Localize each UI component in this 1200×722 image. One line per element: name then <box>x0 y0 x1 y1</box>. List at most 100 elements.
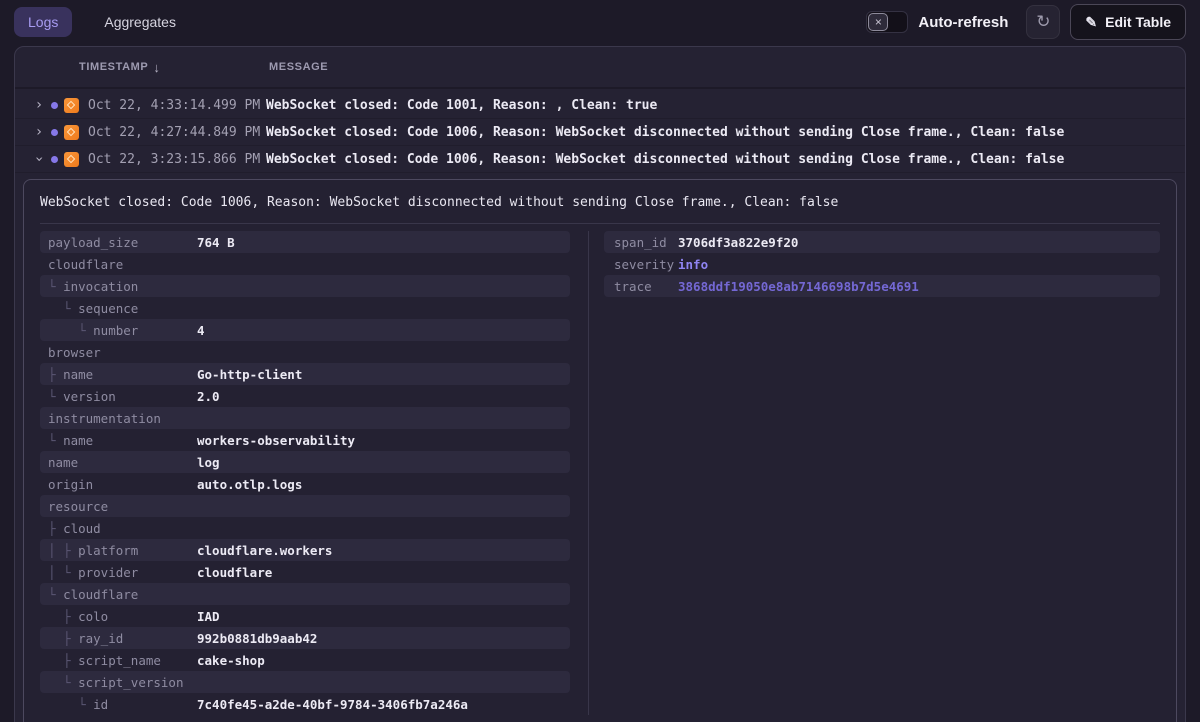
detail-row[interactable]: └ sequence <box>40 297 570 319</box>
detail-key: │ ├ platform <box>48 543 197 558</box>
detail-row[interactable]: origin auto.otlp.logs <box>40 473 570 495</box>
log-row[interactable]: › Oct 22, 4:27:44.849 PM WebSocket close… <box>15 119 1185 146</box>
tree-connector-icon: ├ <box>48 653 78 668</box>
edit-table-button[interactable]: ✎ Edit Table <box>1070 4 1186 40</box>
detail-row[interactable]: └ cloudflare <box>40 583 570 605</box>
cloudflare-worker-icon <box>64 152 79 167</box>
log-level-dot-icon <box>51 129 58 136</box>
detail-key: └ name <box>48 433 197 448</box>
detail-row[interactable]: ├ colo IAD <box>40 605 570 627</box>
detail-row[interactable]: ├ cloud <box>40 517 570 539</box>
detail-key: severity <box>612 257 678 272</box>
detail-row[interactable]: resource <box>40 495 570 517</box>
column-header-timestamp[interactable]: Timestamp ↓ <box>79 60 269 75</box>
detail-row[interactable]: └ invocation <box>40 275 570 297</box>
tree-connector-icon: └ <box>48 389 63 404</box>
log-message: WebSocket closed: Code 1001, Reason: , C… <box>266 98 1185 113</box>
detail-row[interactable]: instrumentation <box>40 407 570 429</box>
detail-key: └ number <box>48 323 197 338</box>
expand-chevron-icon[interactable]: › <box>31 149 47 169</box>
log-row[interactable]: › Oct 22, 3:23:15.866 PM WebSocket close… <box>15 146 1185 173</box>
detail-row[interactable]: └ script_version <box>40 671 570 693</box>
detail-attributes-column: payload_size 764 B cloudflare └ invocati… <box>40 231 588 715</box>
detail-row[interactable]: │ └ provider cloudflare <box>40 561 570 583</box>
detail-key: └ sequence <box>48 301 197 316</box>
tree-connector-icon: │ ├ <box>48 543 78 558</box>
detail-key: resource <box>48 499 197 514</box>
timestamp-header-label: Timestamp <box>79 61 148 73</box>
detail-key: origin <box>48 477 197 492</box>
tree-connector-icon: └ <box>48 587 63 602</box>
detail-value: 4 <box>197 323 205 338</box>
tab-logs[interactable]: Logs <box>14 7 72 37</box>
detail-key: instrumentation <box>48 411 197 426</box>
detail-value: Go-http-client <box>197 367 302 382</box>
detail-value: cloudflare.workers <box>197 543 332 558</box>
detail-row[interactable]: trace 3868ddf19050e8ab7146698b7d5e4691 <box>604 275 1160 297</box>
detail-value: auto.otlp.logs <box>197 477 302 492</box>
detail-key: name <box>48 455 197 470</box>
detail-row[interactable]: ├ name Go-http-client <box>40 363 570 385</box>
view-tabs: Logs Aggregates <box>14 7 190 37</box>
detail-key: ├ cloud <box>48 521 197 536</box>
detail-value: info <box>678 257 708 272</box>
tree-connector-icon: └ <box>48 323 93 338</box>
detail-value: cloudflare <box>197 565 272 580</box>
detail-row[interactable]: severity info <box>604 253 1160 275</box>
cloudflare-worker-icon <box>64 125 79 140</box>
column-header-message: Message <box>269 61 328 73</box>
auto-refresh-toggle[interactable]: × <box>866 11 908 33</box>
detail-row[interactable]: └ id 7c40fe45-a2de-40bf-9784-3406fb7a246… <box>40 693 570 715</box>
detail-row[interactable]: └ number 4 <box>40 319 570 341</box>
detail-key: └ invocation <box>48 279 197 294</box>
log-message: WebSocket closed: Code 1006, Reason: Web… <box>266 125 1185 140</box>
log-level-dot-icon <box>51 156 58 163</box>
topbar: Logs Aggregates × Auto-refresh ↻ ✎ Edit … <box>0 0 1200 44</box>
tree-connector-icon: ├ <box>48 631 78 646</box>
detail-row[interactable]: span_id 3706df3a822e9f20 <box>604 231 1160 253</box>
tab-aggregates[interactable]: Aggregates <box>90 7 190 37</box>
detail-value: log <box>197 455 220 470</box>
detail-row[interactable]: cloudflare <box>40 253 570 275</box>
expand-chevron-icon[interactable]: › <box>29 124 49 140</box>
detail-row[interactable]: payload_size 764 B <box>40 231 570 253</box>
detail-key: trace <box>612 279 678 294</box>
detail-row[interactable]: └ version 2.0 <box>40 385 570 407</box>
detail-key: └ cloudflare <box>48 587 197 602</box>
detail-key: payload_size <box>48 235 197 250</box>
detail-value: 2.0 <box>197 389 220 404</box>
detail-key: ├ colo <box>48 609 197 624</box>
log-row[interactable]: › Oct 22, 4:33:14.499 PM WebSocket close… <box>15 92 1185 119</box>
detail-row[interactable]: browser <box>40 341 570 363</box>
detail-row[interactable]: │ ├ platform cloudflare.workers <box>40 539 570 561</box>
detail-key: ├ name <box>48 367 197 382</box>
detail-key: span_id <box>612 235 678 250</box>
detail-key: ├ script_name <box>48 653 197 668</box>
tree-connector-icon: └ <box>48 279 63 294</box>
pencil-icon: ✎ <box>1085 14 1097 31</box>
detail-row[interactable]: ├ script_name cake-shop <box>40 649 570 671</box>
detail-columns: payload_size 764 B cloudflare └ invocati… <box>24 224 1176 722</box>
log-message: WebSocket closed: Code 1006, Reason: Web… <box>266 152 1185 167</box>
detail-key: │ └ provider <box>48 565 197 580</box>
detail-value: cake-shop <box>197 653 265 668</box>
tree-connector-icon: └ <box>48 697 93 712</box>
detail-value: IAD <box>197 609 220 624</box>
tree-connector-icon: ├ <box>48 521 63 536</box>
log-table: Timestamp ↓ Message › Oct 22, 4:33:14.49… <box>14 46 1186 722</box>
detail-value: 3706df3a822e9f20 <box>678 235 798 250</box>
refresh-button[interactable]: ↻ <box>1026 5 1060 39</box>
detail-key: cloudflare <box>48 257 197 272</box>
detail-title: WebSocket closed: Code 1006, Reason: Web… <box>24 180 1176 223</box>
tree-connector-icon: ├ <box>48 367 63 382</box>
tree-connector-icon: └ <box>48 433 63 448</box>
cloudflare-worker-icon <box>64 98 79 113</box>
expand-chevron-icon[interactable]: › <box>29 97 49 113</box>
sort-desc-icon: ↓ <box>153 60 160 75</box>
detail-row[interactable]: ├ ray_id 992b0881db9aab42 <box>40 627 570 649</box>
log-rows: › Oct 22, 4:33:14.499 PM WebSocket close… <box>15 89 1185 173</box>
detail-key: └ script_version <box>48 675 197 690</box>
edit-table-label: Edit Table <box>1105 14 1171 30</box>
detail-row[interactable]: name log <box>40 451 570 473</box>
detail-row[interactable]: └ name workers-observability <box>40 429 570 451</box>
